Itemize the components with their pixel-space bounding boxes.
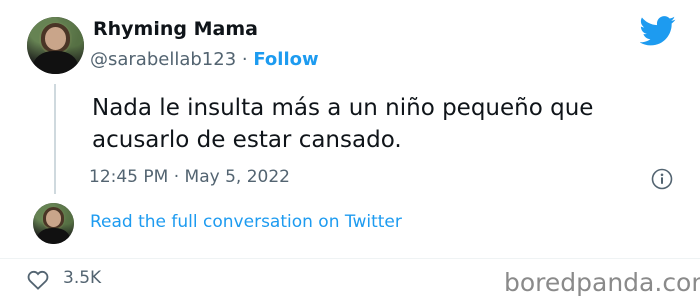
- separator-dot: ·: [241, 49, 248, 70]
- author-handle[interactable]: @sarabellab123: [90, 49, 236, 70]
- read-conversation-link[interactable]: Read the full conversation on Twitter: [90, 212, 402, 232]
- like-count: 3.5K: [63, 268, 102, 288]
- tweet-text: Nada le insulta más a un niño pequeño qu…: [92, 95, 594, 153]
- author-avatar[interactable]: [27, 17, 84, 74]
- divider: [0, 258, 700, 259]
- boredpanda-watermark: boredpanda.com: [504, 268, 700, 297]
- follow-button[interactable]: Follow: [253, 49, 318, 70]
- twitter-bird-icon[interactable]: [640, 16, 676, 46]
- author-name[interactable]: Rhyming Mama: [93, 18, 258, 40]
- reply-avatar: [33, 203, 74, 244]
- tweet-timestamp[interactable]: 12:45 PM · May 5, 2022: [89, 167, 290, 187]
- thread-line: [54, 84, 56, 194]
- info-icon[interactable]: [651, 168, 673, 190]
- heart-icon[interactable]: [27, 270, 49, 290]
- handle-row: @sarabellab123 · Follow: [90, 49, 319, 70]
